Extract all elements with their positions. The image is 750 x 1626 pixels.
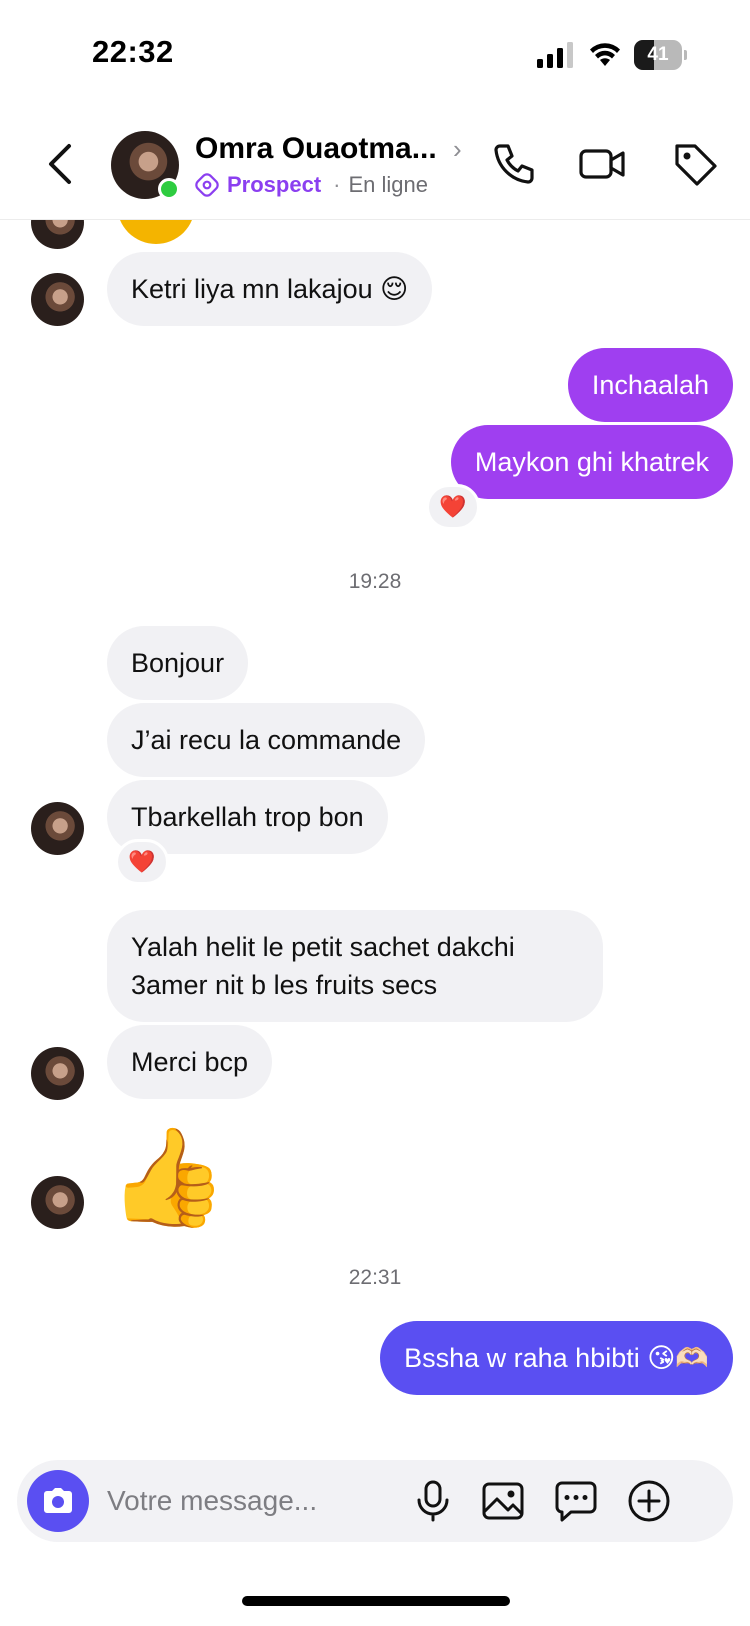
message-bubble-incoming[interactable]: J’ai recu la commande [107, 703, 426, 777]
message-bubble-incoming[interactable]: Ketri liya mn lakajou 😌 [107, 252, 433, 326]
message-bubble-outgoing[interactable]: Inchaalah [567, 348, 733, 422]
message-bubble-outgoing[interactable]: Bssha w raha hbibti 😘🫶🏻 [380, 1321, 733, 1395]
battery-level: 41 [647, 44, 669, 65]
back-button[interactable] [40, 140, 80, 188]
contact-name[interactable]: Omra Ouaotma... [195, 132, 437, 166]
contact-meta: Prospect · En ligne [195, 172, 428, 198]
phone-icon[interactable] [490, 140, 538, 188]
camera-button[interactable] [27, 1470, 89, 1532]
back-chevron-icon [49, 144, 71, 184]
image-icon[interactable] [481, 1479, 525, 1523]
chat-bubble-icon[interactable] [554, 1479, 598, 1523]
message-bubble-incoming[interactable]: Merci bcp [107, 1025, 273, 1099]
conversation-header: Omra Ouaotma... › Prospect · En ligne [0, 110, 750, 220]
tag-icon[interactable] [671, 140, 719, 188]
message-bubble-incoming[interactable]: Yalah helit le petit sachet dakchi 3amer… [107, 910, 603, 1022]
meta-separator: · [333, 172, 341, 197]
contact-avatar-small [31, 273, 84, 326]
contact-avatar-small [31, 1176, 84, 1229]
thumbs-up-emoji-message[interactable]: 👍 [108, 1130, 228, 1226]
message-bubble-incoming[interactable]: Bonjour [107, 626, 249, 700]
prospect-label[interactable]: Prospect [227, 172, 321, 198]
status-bar: 22:32 41 [0, 0, 750, 110]
plus-circle-icon[interactable] [627, 1479, 671, 1523]
battery-icon: 41 [634, 40, 687, 70]
message-bubble-outgoing[interactable]: Maykon ghi khatrek [450, 425, 733, 499]
message-list[interactable]: Ketri liya mn lakajou 😌 Inchaalah Maykon… [0, 166, 750, 1460]
message-input[interactable] [107, 1476, 407, 1526]
microphone-icon[interactable] [411, 1479, 455, 1523]
chevron-right-icon[interactable]: › [453, 134, 462, 165]
timestamp-divider: 22:31 [348, 1266, 402, 1289]
prospect-tag-icon [195, 173, 219, 197]
presence-status: En ligne [348, 172, 428, 197]
contact-avatar-small [31, 802, 84, 855]
cellular-signal-icon [537, 42, 573, 68]
timestamp-divider: 19:28 [348, 570, 402, 593]
status-time: 22:32 [92, 34, 174, 69]
camera-icon [44, 1488, 72, 1513]
message-composer [17, 1460, 733, 1542]
video-camera-icon[interactable] [578, 140, 626, 188]
home-indicator [242, 1596, 510, 1606]
online-indicator [158, 178, 180, 200]
contact-avatar-small [31, 1047, 84, 1100]
reaction-heart[interactable]: ❤️ [426, 484, 480, 530]
wifi-icon [590, 43, 620, 66]
reaction-heart[interactable]: ❤️ [115, 839, 169, 885]
